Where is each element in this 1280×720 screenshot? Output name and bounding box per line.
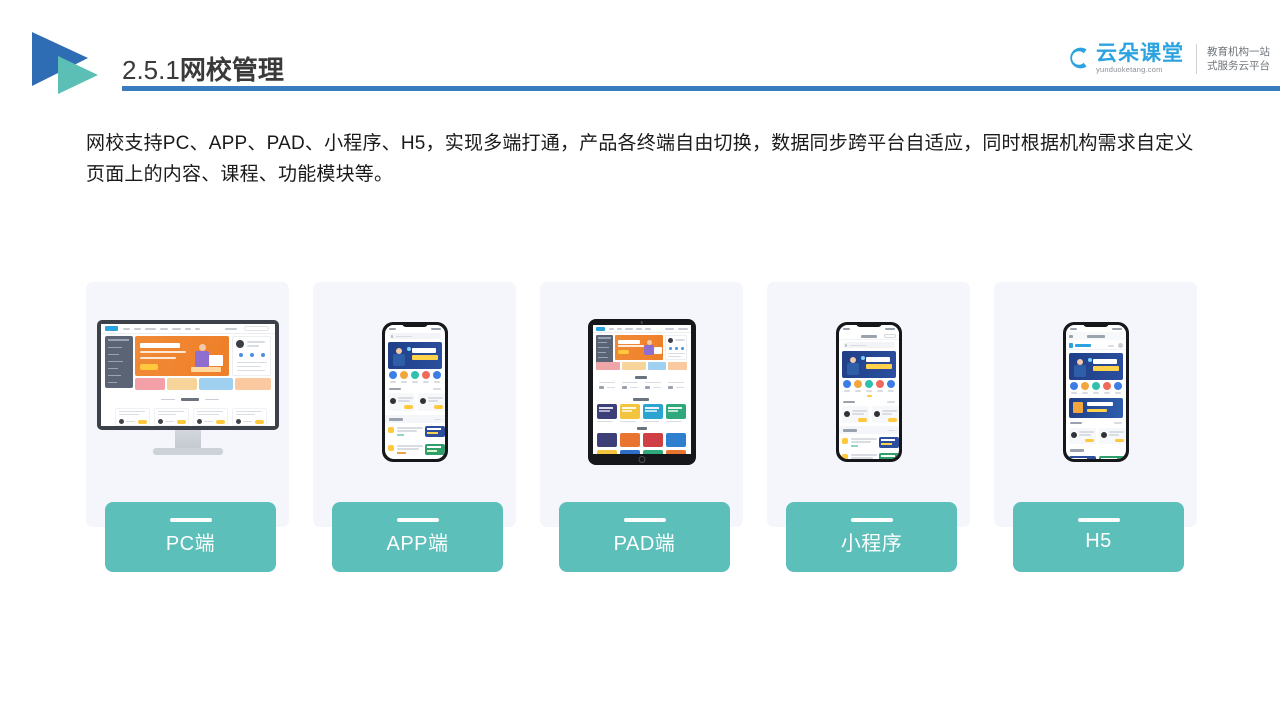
- pill-dash: [169, 518, 212, 522]
- platform-card-app[interactable]: APP端: [313, 282, 516, 572]
- platform-label-pill-miniprogram[interactable]: 小程序: [786, 502, 957, 572]
- site-promo-box: [231, 335, 271, 376]
- platform-label-h5: H5: [1085, 530, 1112, 552]
- double-triangle-play-icon: [32, 32, 98, 94]
- title-underline: [122, 86, 1280, 91]
- monitor-screen: [100, 323, 275, 426]
- platform-card-miniprogram[interactable]: 小程序: [767, 282, 970, 572]
- brand-divider: [1196, 44, 1197, 74]
- phone-notch: [1082, 322, 1109, 327]
- platform-label-pc: PC端: [165, 533, 216, 555]
- pill-dash: [850, 518, 893, 522]
- platform-label-pill-app[interactable]: APP端: [332, 502, 503, 572]
- phone-screen: [384, 325, 445, 459]
- smartphone-h5: [1062, 322, 1129, 462]
- brand-logo: 云朵课堂 yunduoketang.com 教育机构一站 式服务云平台: [1064, 38, 1270, 80]
- brand-name: 云朵课堂: [1096, 42, 1184, 65]
- site-hero-banner: [134, 335, 229, 376]
- device-mockup-phone-app: [313, 282, 516, 502]
- brand-mark: 云朵课堂 yunduoketang.com: [1064, 43, 1184, 75]
- device-mockup-phone-h5: [994, 282, 1197, 502]
- pill-dash: [623, 518, 666, 522]
- platform-label-miniprogram: 小程序: [840, 533, 903, 555]
- monitor-stand-neck: [174, 429, 201, 450]
- cloud-icon: [1070, 47, 1087, 69]
- site-sidebar: [104, 335, 133, 388]
- phone-screen: [838, 325, 899, 459]
- description-paragraph: 网校支持PC、APP、PAD、小程序、H5，实现多端打通，产品各终端自由切换，数…: [86, 133, 1194, 185]
- monitor-bezel: [96, 319, 279, 430]
- pill-dash: [1077, 518, 1120, 522]
- brand-url: yunduoketang.com: [1096, 65, 1163, 74]
- device-mockup-desktop: [86, 282, 289, 502]
- platform-label-pill-h5[interactable]: H5: [1013, 502, 1184, 572]
- page-title-text: 网校管理: [179, 55, 284, 85]
- platform-card-pad[interactable]: PAD端: [540, 282, 743, 572]
- tablet-camera-icon: [640, 321, 643, 324]
- pill-dash: [396, 518, 439, 522]
- tablet-home-button[interactable]: [638, 456, 645, 463]
- site-topbar: [100, 323, 275, 334]
- platform-label-app: APP端: [386, 533, 449, 555]
- brand-tagline-line1: 教育机构一站: [1207, 46, 1270, 58]
- smartphone-app: [381, 322, 448, 462]
- platform-card-pc[interactable]: PC端: [86, 282, 289, 572]
- platform-card-h5[interactable]: H5: [994, 282, 1197, 572]
- platform-label-pill-pc[interactable]: PC端: [105, 502, 276, 572]
- slide-header: 2.5.1网校管理 云朵课堂 yunduoketang.com 教育机构一站 式…: [0, 0, 1280, 100]
- phone-notch: [855, 322, 882, 327]
- brand-words: 云朵课堂 yunduoketang.com: [1096, 43, 1184, 75]
- monitor-stand-base: [152, 447, 223, 455]
- platform-label-pad: PAD端: [613, 533, 676, 555]
- brand-tagline: 教育机构一站 式服务云平台: [1207, 45, 1270, 73]
- device-mockup-tablet: [540, 282, 743, 502]
- page-title-number: 2.5.1: [122, 55, 180, 85]
- desktop-monitor: [96, 319, 279, 465]
- platform-label-pill-pad[interactable]: PAD端: [559, 502, 730, 572]
- device-mockup-phone-miniprogram: [767, 282, 970, 502]
- tablet-screen: [592, 325, 691, 454]
- phone-screen: [1065, 325, 1126, 459]
- platform-card-row: PC端 APP端 PAD端 小程序 H5: [86, 282, 1197, 582]
- tablet-device: [587, 319, 696, 465]
- phone-notch: [401, 322, 428, 327]
- brand-tagline-line2: 式服务云平台: [1207, 60, 1270, 72]
- smartphone-miniprogram: [835, 322, 902, 462]
- page-title: 2.5.1网校管理: [122, 50, 284, 87]
